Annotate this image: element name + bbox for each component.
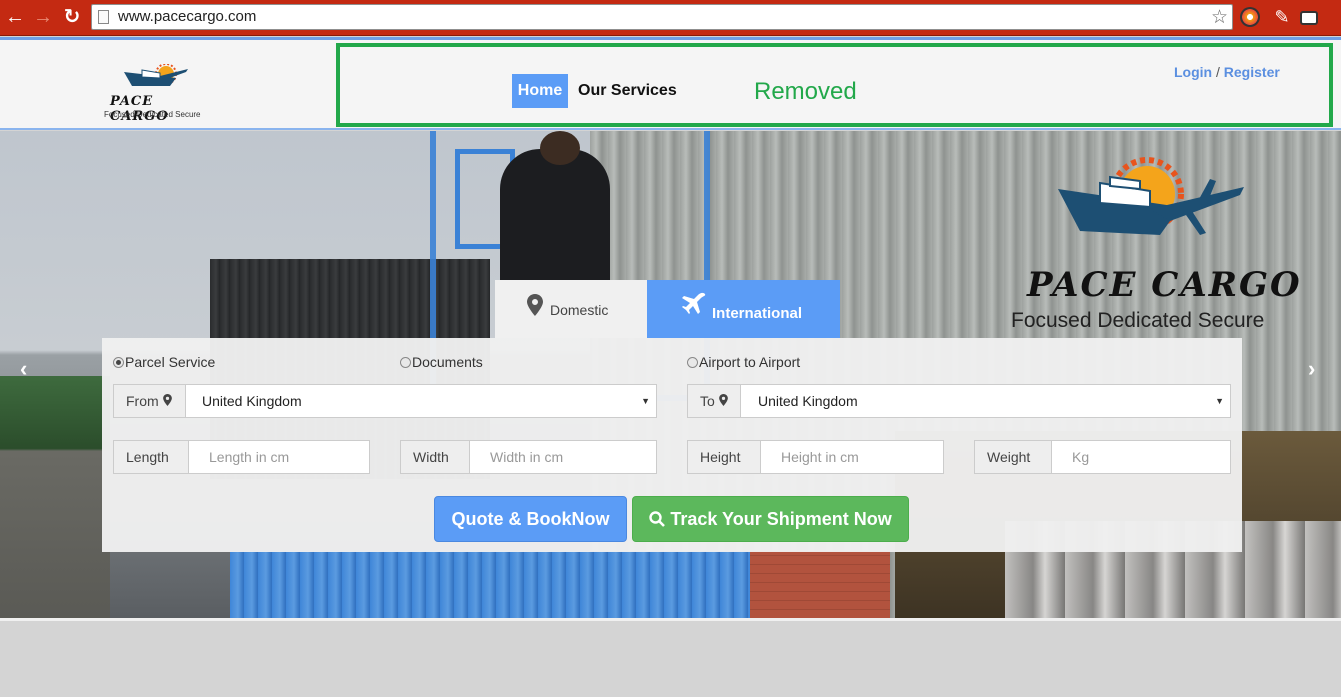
logo-tagline: Focused Dedicated Secure	[104, 110, 201, 119]
hero-background-ramp	[230, 551, 750, 618]
hero-logo-tagline: Focused Dedicated Secure	[1011, 309, 1265, 332]
removed-annotation-label: Removed	[754, 78, 857, 105]
site-logo[interactable]: PACE CARGO Focused Dedicated Secure	[100, 58, 210, 124]
width-field-group: Width	[400, 440, 657, 474]
carousel-next-icon[interactable]: ›	[1308, 356, 1315, 382]
hero-banner: PACE CARGO Focused Dedicated Secure ‹ › …	[0, 131, 1341, 618]
length-label: Length	[114, 441, 189, 473]
forward-arrow-icon[interactable]: →	[30, 4, 56, 30]
height-label: Height	[688, 441, 761, 473]
from-addon: From	[114, 385, 186, 417]
tab-domestic-label: Domestic	[550, 302, 609, 318]
carousel-prev-icon[interactable]: ‹	[20, 356, 27, 382]
register-link[interactable]: Register	[1224, 64, 1280, 80]
height-field-group: Height	[687, 440, 944, 474]
auth-separator: /	[1216, 64, 1220, 80]
to-addon: To	[688, 385, 741, 417]
from-country-value[interactable]: United Kingdom	[202, 385, 302, 417]
map-marker-icon	[718, 394, 728, 406]
tab-international[interactable]: International	[647, 280, 840, 338]
weight-field-group: Weight	[974, 440, 1231, 474]
to-label: To	[700, 393, 715, 409]
nav-home[interactable]: Home	[512, 74, 568, 108]
radio-indicator[interactable]	[400, 357, 411, 368]
reload-icon[interactable]: ↻	[59, 4, 85, 30]
length-field-group: Length	[113, 440, 370, 474]
address-url[interactable]: www.pacecargo.com	[118, 8, 256, 25]
logo-text: PACE CARGO	[110, 94, 169, 124]
track-shipment-button[interactable]: Track Your Shipment Now	[632, 496, 909, 542]
airplane-icon	[681, 292, 707, 325]
back-arrow-icon[interactable]: ←	[2, 4, 28, 30]
radio-indicator[interactable]	[113, 357, 124, 368]
radio-indicator[interactable]	[687, 357, 698, 368]
login-link[interactable]: Login	[1174, 64, 1212, 80]
hero-background-person-head	[540, 131, 580, 165]
extension-window-icon[interactable]	[1300, 11, 1318, 25]
map-marker-icon	[162, 394, 172, 406]
width-label: Width	[401, 441, 470, 473]
radio-parcel-label: Parcel Service	[125, 354, 216, 370]
dropdown-caret-icon[interactable]: ▼	[641, 385, 650, 417]
logo-ship-icon	[124, 64, 188, 86]
address-bar[interactable]: www.pacecargo.com ☆	[91, 4, 1233, 30]
site-header: PACE CARGO Focused Dedicated Secure Home…	[0, 37, 1341, 130]
from-label: From	[126, 393, 159, 409]
length-input[interactable]	[189, 441, 369, 473]
height-input[interactable]	[761, 441, 943, 473]
browser-toolbar: ← → ↻ www.pacecargo.com ☆ ✎	[0, 0, 1341, 36]
to-country-value[interactable]: United Kingdom	[758, 385, 858, 417]
radio-documents[interactable]: Documents	[400, 354, 483, 370]
track-shipment-label: Track Your Shipment Now	[670, 509, 892, 529]
hero-logo-text: PACE CARGO	[1027, 265, 1302, 305]
bookmark-star-icon[interactable]: ☆	[1211, 6, 1228, 29]
hero-background-shed	[0, 376, 110, 618]
map-marker-icon	[527, 294, 543, 322]
radio-airport-to-airport[interactable]: Airport to Airport	[687, 354, 800, 370]
radio-parcel-service[interactable]: Parcel Service	[113, 354, 215, 370]
hero-logo: PACE CARGO Focused Dedicated Secure	[1010, 149, 1300, 332]
radio-airport-label: Airport to Airport	[699, 354, 801, 370]
width-input[interactable]	[470, 441, 656, 473]
from-country-select[interactable]: From United Kingdom ▼	[113, 384, 657, 418]
hero-logo-ship-icon	[1058, 157, 1244, 235]
weight-label: Weight	[975, 441, 1052, 473]
page-icon	[98, 10, 109, 24]
extension-icon[interactable]	[1240, 7, 1260, 27]
radio-documents-label: Documents	[412, 354, 483, 370]
search-icon	[649, 511, 666, 527]
weight-input[interactable]	[1052, 441, 1230, 473]
to-country-select[interactable]: To United Kingdom ▼	[687, 384, 1231, 418]
tab-domestic[interactable]: Domestic	[495, 280, 647, 338]
tab-international-label: International	[712, 305, 803, 322]
nav-our-services[interactable]: Our Services	[578, 82, 677, 100]
pen-extension-icon[interactable]: ✎	[1272, 7, 1292, 27]
dropdown-caret-icon[interactable]: ▼	[1215, 385, 1224, 417]
hero-bottom-divider	[0, 618, 1341, 621]
auth-links: Login / Register	[1174, 64, 1280, 80]
quote-book-now-button[interactable]: Quote & BookNow	[434, 496, 627, 542]
